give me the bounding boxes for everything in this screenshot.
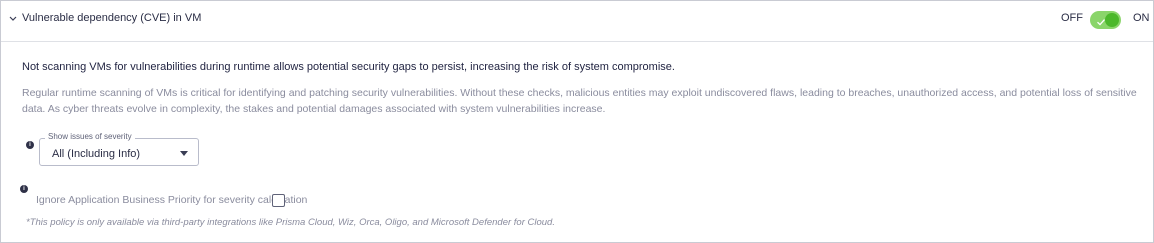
toggle-knob[interactable] <box>1105 13 1119 27</box>
toggle-off-label: OFF <box>1061 12 1083 24</box>
ignore-priority-checkbox[interactable] <box>272 194 285 207</box>
severity-select-legend: Show issues of severity <box>45 132 135 141</box>
toggle-on-label: ON <box>1133 12 1150 24</box>
info-icon[interactable]: i <box>20 185 28 193</box>
ignore-priority-label: Ignore Application Business Priority for… <box>36 194 308 206</box>
policy-title: Vulnerable dependency (CVE) in VM <box>22 12 202 24</box>
policy-toggle[interactable] <box>1090 11 1121 29</box>
policy-description: Regular runtime scanning of VMs is criti… <box>22 87 1137 115</box>
policy-header[interactable]: Vulnerable dependency (CVE) in VM OFF ON <box>1 1 1153 42</box>
chevron-down-icon[interactable] <box>9 13 19 25</box>
policy-warning: Not scanning VMs for vulnerabilities dur… <box>22 61 675 73</box>
info-icon[interactable]: i <box>26 141 34 149</box>
caret-down-icon[interactable] <box>180 151 188 156</box>
severity-select-value[interactable]: All (Including Info) <box>52 148 140 160</box>
policy-card: Vulnerable dependency (CVE) in VM OFF ON… <box>0 0 1154 243</box>
policy-footnote: *This policy is only available via third… <box>26 217 555 228</box>
